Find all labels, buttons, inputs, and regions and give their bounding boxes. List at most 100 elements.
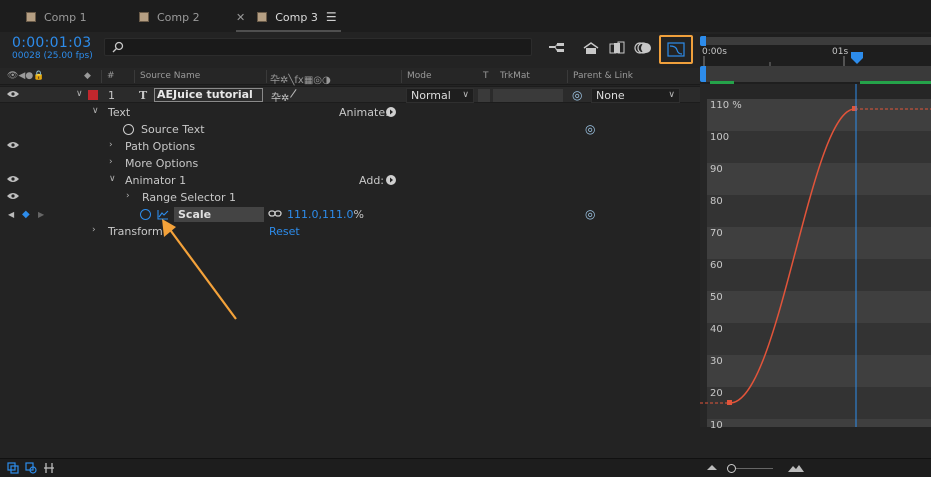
visibility-eye-icon[interactable] bbox=[7, 141, 20, 151]
draft-3d-icon[interactable] bbox=[580, 38, 602, 58]
composition-mini-flowchart-icon[interactable] bbox=[546, 38, 568, 58]
visibility-eye-icon[interactable] bbox=[7, 192, 20, 202]
work-area-start-handle[interactable] bbox=[700, 36, 706, 46]
property-animator-1[interactable]: ∨ Animator 1 Add: bbox=[0, 172, 700, 189]
layer-column-headers: 👁◀●🔒 ◆ # Source Name 卆✲╲fx▦◎◑ Mode T Trk… bbox=[0, 68, 700, 86]
comp-color-swatch bbox=[257, 12, 268, 22]
add-play-icon[interactable] bbox=[386, 175, 396, 185]
comp-color-swatch bbox=[26, 12, 36, 22]
time-ruler-panel[interactable]: 0:00s 01s bbox=[700, 34, 931, 84]
visibility-eye-icon[interactable] bbox=[7, 175, 20, 185]
next-keyframe-icon[interactable]: ▶ bbox=[38, 210, 44, 219]
column-track-matte-t: T bbox=[483, 71, 489, 81]
scale-value[interactable]: 111.0,111.0% bbox=[287, 208, 364, 221]
zoom-in-icon[interactable] bbox=[787, 462, 805, 473]
property-group-text[interactable]: ∨ Text Animate: bbox=[0, 104, 700, 121]
tab-comp-3[interactable]: ✕ Comp 3 ☰ bbox=[236, 6, 341, 32]
layer-row-1[interactable]: ∨ 1 T AEJuice tutorial 卆✲ Normal ∨ ◎ Non… bbox=[0, 86, 700, 104]
graph-bands bbox=[707, 99, 931, 427]
blend-mode-dropdown[interactable]: Normal ∨ bbox=[406, 88, 474, 103]
property-scale[interactable]: ◀ ◆ ▶ Scale 111.0,111.0% ◎ bbox=[0, 206, 700, 223]
work-area-bar[interactable] bbox=[704, 66, 931, 82]
property-path-options[interactable]: › Path Options bbox=[0, 138, 700, 155]
comp-color-swatch bbox=[139, 12, 149, 22]
y-axis-label: 10 bbox=[710, 420, 723, 431]
layer-switches-toggle-icon[interactable] bbox=[7, 462, 19, 474]
tab-comp-2[interactable]: Comp 2 bbox=[139, 6, 200, 28]
y-axis-label: 80 bbox=[710, 196, 723, 207]
current-time-display[interactable]: 0:00:01:03 bbox=[12, 35, 92, 51]
tab-label: Comp 3 bbox=[275, 10, 318, 24]
y-axis-label: 30 bbox=[710, 356, 723, 367]
scale-unit: % bbox=[353, 208, 364, 221]
animate-menu-label[interactable]: Animate: bbox=[339, 106, 389, 119]
label-tag-icon[interactable]: ◆ bbox=[84, 71, 91, 81]
zoom-slider-thumb[interactable] bbox=[727, 464, 736, 473]
property-more-options[interactable]: › More Options bbox=[0, 155, 700, 172]
animate-play-icon[interactable] bbox=[386, 107, 396, 117]
more-options-label: More Options bbox=[125, 157, 199, 170]
layer-label-color[interactable] bbox=[88, 90, 98, 100]
parent-pick-whip-icon[interactable]: ◎ bbox=[572, 88, 582, 102]
column-source-name[interactable]: Source Name bbox=[140, 71, 200, 81]
close-tab-icon[interactable]: ✕ bbox=[236, 11, 245, 24]
layer-switches-header-icons[interactable]: 卆✲╲fx▦◎◑ bbox=[270, 71, 331, 86]
layer-search-input[interactable] bbox=[104, 38, 532, 56]
layer-index: 1 bbox=[108, 89, 115, 102]
reset-transform-link[interactable]: Reset bbox=[269, 225, 300, 238]
graph-editor-toggle-button[interactable] bbox=[659, 35, 693, 64]
graph-canvas[interactable] bbox=[700, 84, 931, 458]
time-navigator-bar[interactable] bbox=[704, 37, 931, 45]
column-mode[interactable]: Mode bbox=[407, 71, 432, 81]
expand-chevron-icon[interactable]: › bbox=[109, 140, 113, 150]
expand-chevron-icon[interactable]: › bbox=[126, 191, 130, 201]
y-axis-label: 50 bbox=[710, 292, 723, 303]
add-keyframe-diamond-icon[interactable]: ◆ bbox=[22, 209, 30, 220]
expand-layer-chevron-icon[interactable]: ∨ bbox=[76, 89, 83, 99]
playhead-handle-icon[interactable] bbox=[850, 51, 864, 65]
layer-name-field[interactable]: AEJuice tutorial bbox=[154, 88, 263, 102]
preserve-transparency-toggle[interactable] bbox=[478, 89, 490, 102]
av-switches-header-icons[interactable]: 👁◀●🔒 bbox=[7, 71, 44, 81]
pick-whip-icon[interactable]: ◎ bbox=[585, 122, 595, 136]
column-number: # bbox=[107, 71, 115, 81]
zoom-out-icon[interactable] bbox=[706, 464, 718, 472]
transfer-controls-toggle-icon[interactable] bbox=[25, 462, 37, 474]
zoom-slider-track[interactable] bbox=[733, 468, 773, 469]
composition-tab-bar: Comp 1 Comp 2 ✕ Comp 3 ☰ bbox=[0, 0, 931, 32]
motion-blur-icon[interactable] bbox=[632, 38, 654, 58]
parent-dropdown[interactable]: None ∨ bbox=[591, 88, 680, 103]
graph-editor-panel[interactable]: 110 % 100 90 80 70 60 50 40 30 20 10 bbox=[700, 84, 931, 458]
in-out-toggle-icon[interactable] bbox=[43, 462, 55, 474]
property-source-text[interactable]: Source Text ◎ bbox=[0, 121, 700, 138]
property-range-selector-1[interactable]: › Range Selector 1 bbox=[0, 189, 700, 206]
keyframe-start[interactable] bbox=[727, 400, 732, 405]
stopwatch-icon[interactable] bbox=[123, 124, 134, 135]
add-menu-label[interactable]: Add: bbox=[359, 174, 384, 187]
pick-whip-icon[interactable]: ◎ bbox=[585, 207, 595, 221]
y-axis-label: 110 % bbox=[710, 100, 742, 111]
y-axis-label: 40 bbox=[710, 324, 723, 335]
expand-chevron-icon[interactable]: › bbox=[109, 157, 113, 167]
scale-value-numbers[interactable]: 111.0,111.0 bbox=[287, 208, 353, 221]
layer-switches-icons[interactable]: 卆✲ bbox=[271, 89, 305, 104]
chevron-down-icon: ∨ bbox=[462, 90, 469, 100]
expand-chevron-icon[interactable]: › bbox=[92, 225, 96, 235]
column-parent-link[interactable]: Parent & Link bbox=[573, 71, 633, 81]
column-trkmat[interactable]: TrkMat bbox=[500, 71, 530, 81]
tab-comp-1[interactable]: Comp 1 bbox=[26, 6, 87, 28]
expand-chevron-icon[interactable]: ∨ bbox=[109, 174, 116, 184]
previous-keyframe-icon[interactable]: ◀ bbox=[8, 210, 14, 219]
visibility-eye-icon[interactable] bbox=[7, 90, 20, 100]
panel-menu-icon[interactable]: ☰ bbox=[326, 10, 337, 24]
constrain-proportions-link-icon[interactable] bbox=[268, 209, 282, 222]
property-group-transform[interactable]: › Transform Reset bbox=[0, 223, 700, 240]
frame-count-fps: 00028 (25.00 fps) bbox=[12, 51, 93, 61]
track-matte-dropdown[interactable] bbox=[493, 89, 563, 102]
expand-chevron-icon[interactable]: ∨ bbox=[92, 106, 99, 116]
text-layer-type-icon: T bbox=[139, 89, 148, 102]
work-area-left-handle[interactable] bbox=[700, 66, 706, 82]
ruler-ticks bbox=[703, 56, 845, 66]
frame-blending-icon[interactable] bbox=[606, 38, 628, 58]
annotation-arrow bbox=[162, 219, 237, 320]
